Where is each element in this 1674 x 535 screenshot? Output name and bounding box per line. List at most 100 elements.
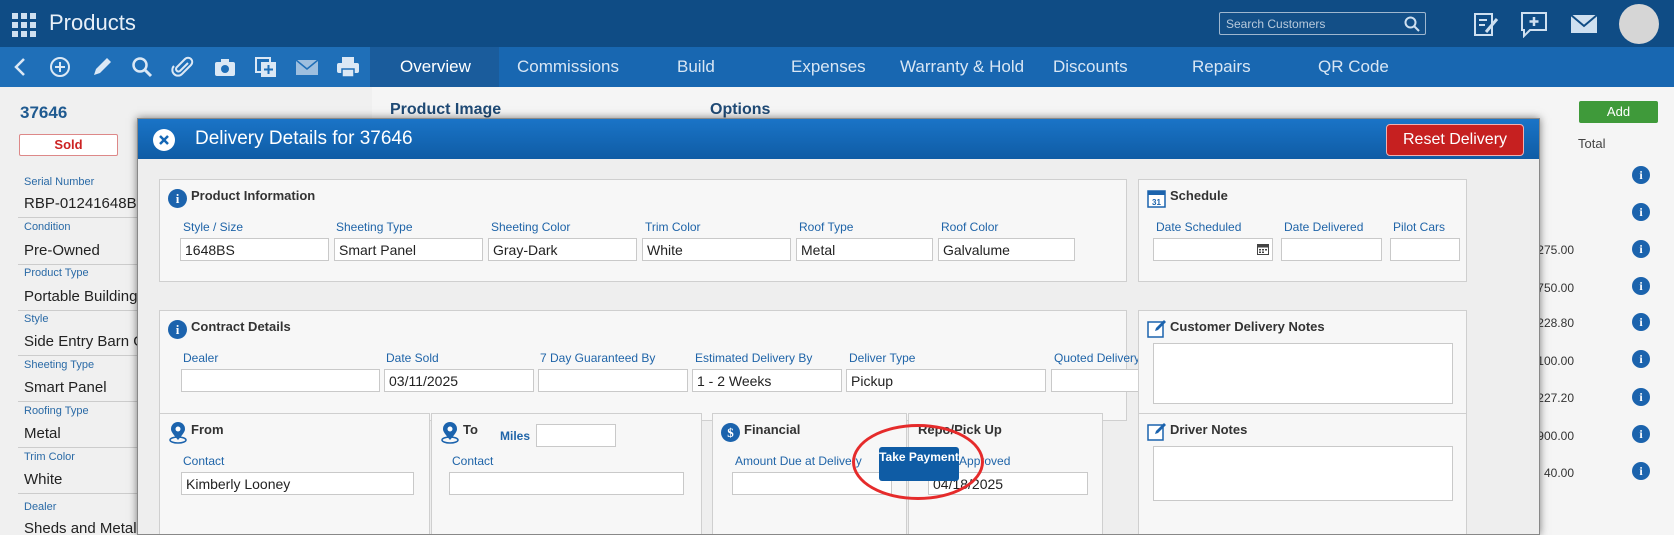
dealer-field[interactable] bbox=[181, 369, 380, 392]
field-value: Sheds and Metal B bbox=[24, 520, 151, 535]
product-information-panel: i Product Information Style / Size 1648B… bbox=[159, 179, 1127, 282]
info-icon[interactable]: i bbox=[1632, 166, 1650, 184]
panel-title: To bbox=[463, 422, 478, 437]
toolbar: Overview Commissions Build Expenses Warr… bbox=[0, 47, 1674, 87]
roof-type-field[interactable]: Metal bbox=[796, 238, 933, 261]
product-image-heading: Product Image bbox=[390, 101, 502, 118]
miles-label: Miles bbox=[500, 429, 531, 443]
status-badge: Sold bbox=[19, 134, 118, 156]
back-icon[interactable] bbox=[9, 56, 33, 78]
svg-text:31: 31 bbox=[1152, 198, 1161, 207]
date-picker-icon[interactable] bbox=[1257, 244, 1269, 255]
options-heading: Options bbox=[710, 101, 771, 118]
sheeting-type-label: Sheeting Type bbox=[336, 220, 413, 234]
style-size-field[interactable]: 1648BS bbox=[180, 238, 329, 261]
from-contact-field[interactable]: Kimberly Looney bbox=[181, 472, 414, 495]
tab-overview[interactable]: Overview bbox=[370, 47, 499, 87]
mail-icon[interactable] bbox=[1569, 10, 1599, 38]
search-input[interactable] bbox=[1226, 15, 1396, 33]
trim-color-label: Trim Color bbox=[645, 220, 701, 234]
attachment-icon[interactable] bbox=[171, 56, 195, 78]
tab-warranty-hold[interactable]: Warranty & Hold bbox=[890, 47, 1034, 87]
email-icon[interactable] bbox=[295, 56, 319, 78]
panel-title: Driver Notes bbox=[1170, 422, 1248, 437]
panel-title: Customer Delivery Notes bbox=[1170, 319, 1325, 334]
date-delivered-field[interactable] bbox=[1281, 238, 1382, 261]
estimated-delivery-field[interactable]: 1 - 2 Weeks bbox=[692, 369, 842, 392]
miles-field[interactable] bbox=[536, 424, 616, 447]
add-comment-icon[interactable] bbox=[1519, 10, 1549, 38]
clipboard-edit-icon[interactable] bbox=[1470, 10, 1500, 38]
contract-details-panel: i Contract Details Dealer Date Sold 03/1… bbox=[159, 310, 1169, 421]
close-icon[interactable] bbox=[153, 129, 175, 151]
roof-type-label: Roof Type bbox=[799, 220, 854, 234]
tab-discounts[interactable]: Discounts bbox=[1043, 47, 1138, 87]
divider bbox=[18, 493, 138, 494]
info-icon[interactable]: i bbox=[1632, 388, 1650, 406]
contact-label: Contact bbox=[183, 454, 225, 468]
camera-icon[interactable] bbox=[213, 56, 237, 78]
field-value: Pre-Owned bbox=[24, 242, 100, 259]
contact-label: Contact bbox=[452, 454, 494, 468]
user-avatar[interactable] bbox=[1619, 4, 1659, 44]
panel-title: Financial bbox=[744, 422, 801, 437]
panel-title: Contract Details bbox=[191, 319, 291, 334]
top-bar: Products bbox=[0, 0, 1674, 47]
info-icon[interactable]: i bbox=[1632, 277, 1650, 295]
tab-qr-code[interactable]: QR Code bbox=[1308, 47, 1399, 87]
info-icon[interactable]: i bbox=[1632, 462, 1650, 480]
panel-title: Product Information bbox=[191, 188, 316, 203]
pilot-cars-field[interactable] bbox=[1390, 238, 1460, 261]
field-label: Trim Color bbox=[24, 451, 75, 463]
map-pin-icon bbox=[169, 422, 187, 444]
add-circle-icon[interactable] bbox=[48, 56, 72, 78]
guaranteed-by-field[interactable] bbox=[538, 369, 688, 392]
tab-repairs[interactable]: Repairs bbox=[1182, 47, 1261, 87]
add-copy-icon[interactable] bbox=[254, 56, 278, 78]
field-label: Dealer bbox=[24, 501, 57, 513]
tab-expenses[interactable]: Expenses bbox=[781, 47, 876, 87]
calendar-icon: 31 bbox=[1147, 190, 1166, 208]
sheeting-type-field[interactable]: Smart Panel bbox=[334, 238, 483, 261]
modal-header: Delivery Details for 37646 Reset Deliver… bbox=[138, 119, 1539, 159]
driver-notes-panel: Driver Notes bbox=[1138, 413, 1467, 534]
tab-build[interactable]: Build bbox=[667, 47, 725, 87]
modal-title: Delivery Details for 37646 bbox=[195, 128, 413, 149]
customer-delivery-notes-textarea[interactable] bbox=[1153, 343, 1453, 404]
roof-color-label: Roof Color bbox=[941, 220, 999, 234]
total-value: 900.00 bbox=[1537, 429, 1574, 443]
info-icon[interactable]: i bbox=[1632, 203, 1650, 221]
map-pin-icon bbox=[441, 422, 459, 444]
sheeting-color-label: Sheeting Color bbox=[491, 220, 571, 234]
roof-color-field[interactable]: Galvalume bbox=[938, 238, 1075, 261]
date-sold-field[interactable]: 03/11/2025 bbox=[384, 369, 534, 392]
reset-delivery-button[interactable]: Reset Delivery bbox=[1386, 124, 1524, 156]
tab-commissions[interactable]: Commissions bbox=[507, 47, 629, 87]
tool-icons bbox=[0, 47, 370, 87]
field-label: Product Type bbox=[24, 267, 89, 279]
info-icon[interactable]: i bbox=[1632, 240, 1650, 258]
search-customers[interactable] bbox=[1219, 12, 1426, 35]
print-icon[interactable] bbox=[336, 56, 360, 78]
deliver-type-field[interactable]: Pickup bbox=[846, 369, 1046, 392]
sheeting-color-field[interactable]: Gray-Dark bbox=[488, 238, 637, 261]
field-label: Style bbox=[24, 313, 49, 325]
divider bbox=[18, 447, 138, 448]
total-value: 750.00 bbox=[1537, 281, 1574, 295]
trim-color-field[interactable]: White bbox=[642, 238, 791, 261]
product-id: 37646 bbox=[20, 103, 68, 122]
add-button[interactable]: Add bbox=[1579, 101, 1658, 123]
to-contact-field[interactable] bbox=[449, 472, 684, 495]
info-icon[interactable]: i bbox=[1632, 425, 1650, 443]
field-value: White bbox=[24, 471, 63, 488]
total-value: 275.00 bbox=[1537, 243, 1574, 257]
app-grid-icon[interactable] bbox=[12, 13, 36, 37]
edit-pencil-icon[interactable] bbox=[90, 56, 114, 78]
search-icon[interactable] bbox=[130, 56, 154, 78]
driver-notes-textarea[interactable] bbox=[1153, 446, 1453, 501]
info-icon[interactable]: i bbox=[1632, 350, 1650, 368]
field-value: RBP-01241648BS bbox=[24, 195, 147, 212]
info-icon[interactable]: i bbox=[1632, 313, 1650, 331]
date-scheduled-field[interactable] bbox=[1153, 238, 1273, 261]
search-icon[interactable] bbox=[1404, 16, 1420, 32]
